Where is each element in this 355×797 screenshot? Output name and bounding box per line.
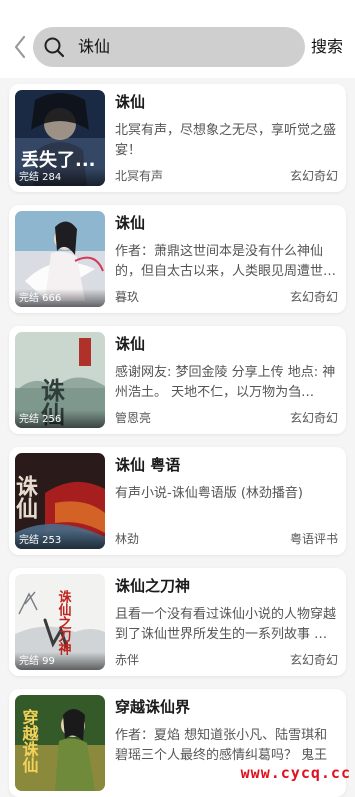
- book-cover: 穿越诛仙: [15, 695, 105, 791]
- book-author: 林劲: [115, 532, 140, 546]
- cover-status: 完结 253: [15, 531, 105, 549]
- book-cover: 丢失了... 完结 284: [15, 90, 105, 186]
- list-item[interactable]: 完结 666 诛仙 作者：萧鼎这世间本是没有什么神仙的，但自太古以来，人类眼见周…: [9, 205, 346, 313]
- book-description: 作者：萧鼎这世间本是没有什么神仙的，但自太古以来，人类眼见周遭世…: [115, 244, 337, 279]
- svg-text:穿越诛仙: 穿越诛仙: [20, 708, 40, 774]
- search-button[interactable]: 搜索: [311, 36, 343, 58]
- book-description: 作者：夏焰 想知道张小凡、陆雪琪和碧瑶三个人最终的感情纠葛吗？ 鬼王宗…: [115, 728, 328, 763]
- book-genre: 粤语评书: [289, 532, 338, 546]
- book-author: 暮玖: [115, 290, 140, 304]
- book-title: 诛仙 粤语: [115, 456, 181, 474]
- cover-status: 完结 256: [15, 410, 105, 428]
- svg-text:诛仙: 诛仙: [15, 475, 38, 519]
- book-description: 北冥有声，尽想象之无尽，享听觉之盛宴！: [115, 123, 337, 158]
- book-title: 诛仙: [115, 214, 146, 232]
- book-title: 诛仙: [115, 335, 146, 353]
- cover-status: 完结 666: [15, 289, 105, 307]
- cover-image: 穿越诛仙: [15, 695, 105, 791]
- list-item[interactable]: 诛仙之刀神 完结 99 诛仙之刀神 且看一个没有看过诛仙小说的人物穿越到了诛仙世…: [9, 568, 346, 676]
- cover-status: 完结 284: [15, 168, 105, 186]
- book-author: 赤伴: [115, 653, 140, 667]
- search-input[interactable]: 诛仙: [33, 27, 305, 67]
- top-bar: 诛仙 搜索: [0, 0, 355, 78]
- book-title: 穿越诛仙界: [115, 698, 191, 716]
- book-title: 诛仙之刀神: [115, 577, 191, 595]
- list-item[interactable]: 诛仙 完结 256 诛仙 感谢网友: 梦回金陵 分享上传 地点: 神州浩土。 天…: [9, 326, 346, 434]
- book-title: 诛仙: [115, 93, 146, 111]
- book-genre: 玄幻奇幻: [289, 290, 338, 304]
- book-description: 且看一个没有看过诛仙小说的人物穿越到了诛仙世界所发生的一系列故事 …: [115, 607, 337, 642]
- book-author: 北冥有声: [115, 169, 164, 183]
- search-icon: [44, 37, 65, 58]
- book-cover: 完结 666: [15, 211, 105, 307]
- chevron-left-icon: [14, 35, 26, 59]
- svg-text:诛仙之刀神: 诛仙之刀神: [56, 589, 72, 656]
- list-item[interactable]: 丢失了... 完结 284 诛仙 北冥有声，尽想象之无尽，享听觉之盛宴！ 北冥有…: [9, 84, 346, 192]
- search-query[interactable]: 诛仙: [78, 36, 110, 58]
- book-genre: 玄幻奇幻: [289, 411, 338, 425]
- back-button[interactable]: [10, 34, 30, 60]
- book-description: 有声小说-诛仙粤语版 (林劲播音): [115, 486, 303, 501]
- cover-status: 完结 99: [15, 652, 105, 670]
- book-genre: 玄幻奇幻: [289, 169, 338, 183]
- book-cover: 诛仙之刀神 完结 99: [15, 574, 105, 670]
- book-cover: 诛仙 完结 253: [15, 453, 105, 549]
- watermark: www.cycq.cc: [240, 764, 351, 782]
- book-description: 感谢网友: 梦回金陵 分享上传 地点: 神州浩土。 天地不仁，以万物为刍…: [115, 365, 336, 400]
- book-genre: 玄幻奇幻: [289, 653, 338, 667]
- list-item[interactable]: 诛仙 完结 253 诛仙 粤语 有声小说-诛仙粤语版 (林劲播音) 林劲 粤语评…: [9, 447, 346, 555]
- book-author: 管恩亮: [115, 411, 152, 425]
- book-cover: 诛仙 完结 256: [15, 332, 105, 428]
